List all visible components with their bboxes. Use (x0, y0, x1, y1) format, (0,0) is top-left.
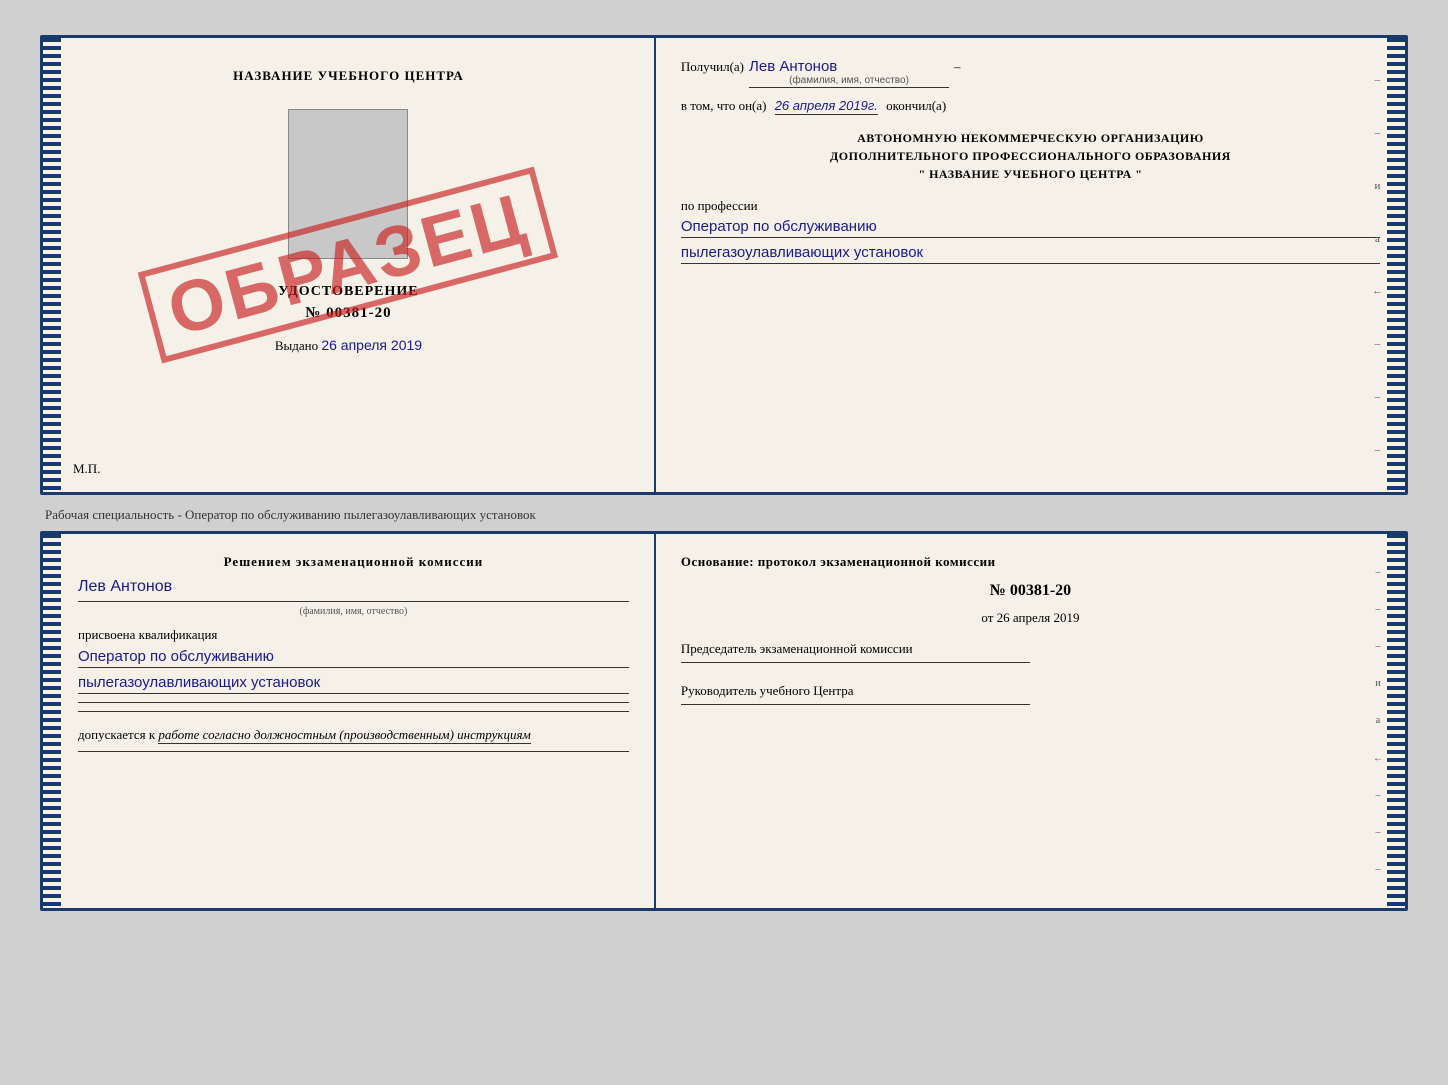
completed-date: 26 апреля 2019г. (775, 98, 878, 115)
bottom-doc-right: Основание: протокол экзаменационной коми… (656, 534, 1405, 908)
top-doc-left: НАЗВАНИЕ УЧЕБНОГО ЦЕНТРА УДОСТОВЕРЕНИЕ №… (43, 38, 656, 492)
bsm5: а (1376, 715, 1380, 726)
cert-number: № 00381-20 (305, 305, 391, 322)
mp-label: М.П. (73, 461, 100, 477)
admission-text: работе согласно должностным (производств… (158, 727, 530, 744)
bsm8: – (1375, 827, 1380, 838)
bsm3: – (1375, 641, 1380, 652)
admission-label: допускается к (78, 727, 155, 742)
qual-line2: пылегазоулавливающих установок (78, 674, 629, 694)
side-marks-bottom: – – – и а ← – – – (1373, 534, 1383, 908)
bsm9: – (1375, 864, 1380, 875)
org-name-block: АВТОНОМНУЮ НЕКОММЕРЧЕСКУЮ ОРГАНИЗАЦИЮ ДО… (681, 129, 1380, 183)
qual-underline1 (78, 702, 629, 703)
issued-date: 26 апреля 2019 (321, 337, 422, 353)
bottom-doc-left: Решением экзаменационной комиссии Лев Ан… (43, 534, 656, 908)
decision-title: Решением экзаменационной комиссии (78, 554, 629, 570)
bsm2: – (1375, 604, 1380, 615)
basis-title: Основание: протокол экзаменационной коми… (681, 554, 1380, 570)
bsm6: ← (1373, 753, 1383, 764)
sm7: – (1375, 391, 1381, 403)
sm2: – (1375, 127, 1381, 139)
sm6: – (1375, 338, 1381, 350)
bottom-document: Решением экзаменационной комиссии Лев Ан… (40, 531, 1408, 911)
cert-type: УДОСТОВЕРЕНИЕ (278, 284, 418, 300)
fio-sublabel-bottom: (фамилия, имя, отчество) (78, 606, 629, 617)
qualification-label: присвоена квалификация (78, 627, 629, 643)
sm8: – (1375, 444, 1381, 456)
top-doc-right: Получил(а) Лев Антонов (фамилия, имя, от… (656, 38, 1405, 492)
profession-line1: Оператор по обслуживанию (681, 218, 1380, 238)
cert-issued: Выдано 26 апреля 2019 (275, 337, 422, 354)
completed-suffix: окончил(а) (886, 98, 946, 113)
bsm1: – (1375, 567, 1380, 578)
sm5: ← (1372, 285, 1383, 297)
sm1: – (1375, 74, 1381, 86)
bsm7: – (1375, 790, 1380, 801)
director-line (681, 704, 1031, 705)
admission-row: допускается к работе согласно должностны… (78, 727, 629, 743)
photo-placeholder (288, 109, 408, 259)
org-line1: АВТОНОМНУЮ НЕКОММЕРЧЕСКУЮ ОРГАНИЗАЦИЮ (681, 129, 1380, 147)
received-name: Лев Антонов (фамилия, имя, отчество) (749, 58, 949, 88)
dash1: – (954, 59, 961, 75)
qual-underline2 (78, 711, 629, 712)
protocol-date-value: 26 апреля 2019 (997, 610, 1080, 625)
fio-sublabel-top: (фамилия, имя, отчество) (749, 75, 949, 86)
page-container: НАЗВАНИЕ УЧЕБНОГО ЦЕНТРА УДОСТОВЕРЕНИЕ №… (20, 20, 1428, 926)
received-name-text: Лев Антонов (749, 58, 837, 75)
profession-label: по профессии (681, 198, 1380, 214)
sm4: а (1375, 233, 1380, 245)
org-line3: " НАЗВАНИЕ УЧЕБНОГО ЦЕНТРА " (681, 165, 1380, 183)
org-line2: ДОПОЛНИТЕЛЬНОГО ПРОФЕССИОНАЛЬНОГО ОБРАЗО… (681, 147, 1380, 165)
name-underline (78, 601, 629, 602)
received-row: Получил(а) Лев Антонов (фамилия, имя, от… (681, 58, 1380, 88)
protocol-date: от 26 апреля 2019 (681, 610, 1380, 626)
bottom-person-name: Лев Антонов (78, 578, 629, 596)
chairman-line (681, 662, 1031, 663)
completed-row: в том, что он(а) 26 апреля 2019г. окончи… (681, 98, 1380, 114)
separator-text: Рабочая специальность - Оператор по обсл… (40, 507, 1408, 523)
completed-prefix: в том, что он(а) (681, 98, 767, 113)
chairman-label: Председатель экзаменационной комиссии (681, 641, 1380, 657)
issued-label: Выдано (275, 338, 318, 353)
sm3: и (1375, 180, 1381, 192)
admission-underline (78, 751, 629, 752)
qual-line1: Оператор по обслуживанию (78, 648, 629, 668)
protocol-date-prefix: от (981, 610, 993, 625)
bsm4: и (1375, 678, 1380, 689)
received-label: Получил(а) (681, 59, 744, 75)
side-marks-top: – – и а ← – – – (1372, 38, 1383, 492)
profession-line2: пылегазоулавливающих установок (681, 244, 1380, 264)
protocol-number: № 00381-20 (681, 582, 1380, 600)
director-label: Руководитель учебного Центра (681, 683, 1380, 699)
top-document: НАЗВАНИЕ УЧЕБНОГО ЦЕНТРА УДОСТОВЕРЕНИЕ №… (40, 35, 1408, 495)
top-left-title: НАЗВАНИЕ УЧЕБНОГО ЦЕНТРА (233, 68, 464, 84)
